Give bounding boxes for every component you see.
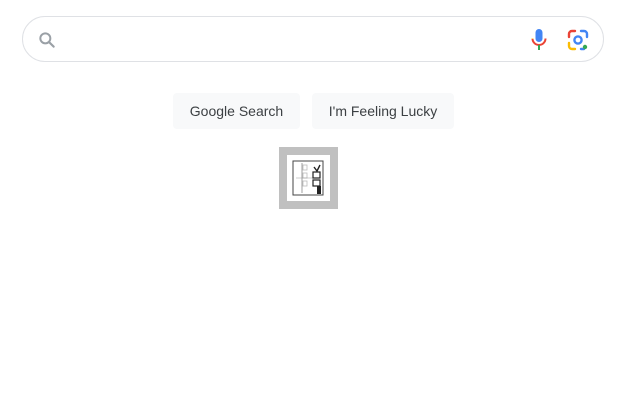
search-input[interactable] — [69, 25, 533, 55]
google-search-button[interactable]: Google Search — [173, 93, 300, 129]
search-bar[interactable] — [22, 16, 604, 62]
camera-lens-icon[interactable] — [566, 28, 590, 52]
mic-icon[interactable] — [527, 27, 551, 53]
search-buttons: Google Search I'm Feeling Lucky — [0, 93, 640, 129]
broken-image-icon — [279, 147, 338, 209]
search-icon — [37, 30, 57, 50]
feeling-lucky-button[interactable]: I'm Feeling Lucky — [312, 93, 454, 129]
google-homepage: Google Search I'm Feeling Lucky — [0, 0, 640, 400]
